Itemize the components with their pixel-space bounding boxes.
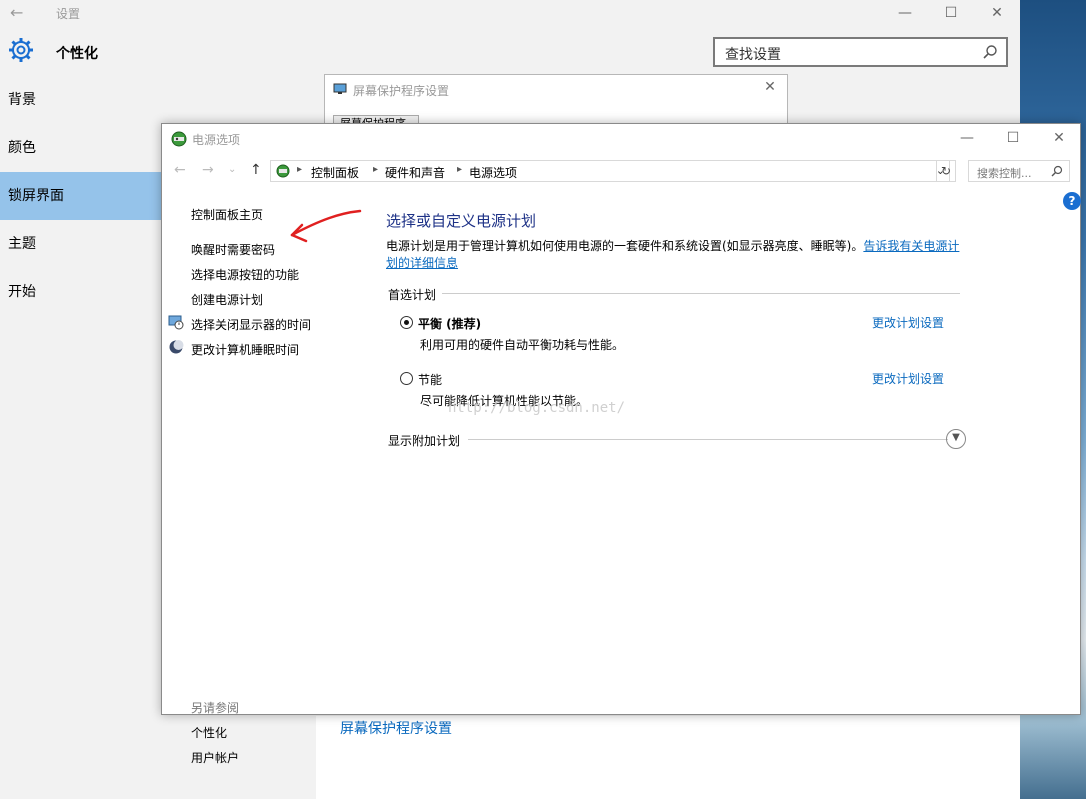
breadcrumb-separator: ▸ [457,164,463,175]
chevron-down-icon[interactable]: ▼ [946,429,966,449]
nav-item-start[interactable]: 开始 [0,268,162,316]
up-button[interactable]: ↑ [250,162,262,178]
maximize-button[interactable]: ☐ [928,0,974,26]
control-panel-search-placeholder: 搜索控制... [977,167,1032,180]
power-close-button[interactable]: ✕ [1036,124,1082,152]
plan-balanced-name[interactable]: 平衡 (推荐) [418,315,481,332]
user-accounts-link[interactable]: 用户帐户 [191,749,239,766]
divider [442,293,960,294]
settings-titlebar: ← 设置 — ☐ ✕ [0,0,1020,26]
recent-locations-button[interactable]: ⌄ [228,164,236,175]
breadcrumb-separator: ▸ [373,164,379,175]
create-power-plan-link[interactable]: 创建电源计划 [191,291,263,308]
breadcrumb-power-options[interactable]: 电源选项 [469,164,517,181]
plan-power-saver-name[interactable]: 节能 [418,371,442,388]
screen-saver-dialog: 屏幕保护程序设置 ✕ 屏幕保护程序 [324,74,788,125]
require-password-on-wakeup-link[interactable]: 唤醒时需要密码 [191,241,275,258]
plan-balanced-radio[interactable] [400,316,413,329]
back-arrow-icon[interactable]: ← [10,3,30,23]
settings-search-input[interactable]: 查找设置 [713,37,1008,67]
display-clock-icon [168,315,184,330]
plan-power-saver-radio[interactable] [400,372,413,385]
red-annotation-arrow-icon [290,209,362,243]
nav-item-colors[interactable]: 颜色 [0,124,162,172]
control-panel-icon [276,164,290,178]
control-panel-search-input[interactable]: 搜索控制... [968,160,1070,182]
refresh-button[interactable]: ↻ [936,160,956,182]
change-sleep-time-link[interactable]: 更改计算机睡眠时间 [191,341,299,358]
choose-display-off-time-link[interactable]: 选择关闭显示器的时间 [191,316,311,333]
moon-icon [169,340,184,354]
settings-nav: 背景 颜色 锁屏界面 主题 开始 [0,76,162,316]
power-minimize-button[interactable]: — [944,124,990,152]
monitor-icon [333,83,347,94]
control-panel-home-link[interactable]: 控制面板主页 [191,206,263,223]
screen-saver-settings-link[interactable]: 屏幕保护程序设置 [340,718,452,738]
close-button[interactable]: ✕ [974,0,1020,26]
minimize-button[interactable]: — [882,0,928,26]
help-icon[interactable]: ? [1063,192,1081,210]
preferred-plans-header: 首选计划 [388,288,437,302]
settings-header: 个性化 查找设置 [0,26,1020,76]
nav-item-lock-screen[interactable]: 锁屏界面 [0,172,162,220]
show-additional-plans-header: 显示附加计划 [388,434,461,448]
power-titlebar: 电源选项 — ☐ ✕ [162,124,1080,154]
main-heading: 选择或自定义电源计划 [386,212,537,230]
divider [468,439,948,440]
breadcrumb-control-panel[interactable]: 控制面板 [311,164,359,181]
breadcrumb-hardware-sound[interactable]: 硬件和声音 [385,164,445,181]
nav-item-themes[interactable]: 主题 [0,220,162,268]
nav-item-background[interactable]: 背景 [0,76,162,124]
personalization-link[interactable]: 个性化 [191,724,227,741]
search-placeholder: 查找设置 [725,47,781,63]
page-title: 个性化 [56,46,98,62]
power-options-icon [171,131,187,147]
screen-saver-dialog-title: 屏幕保护程序设置 [353,84,450,98]
address-bar-row: ← → ⌄ ↑ ▸ 控制面板 ▸ 硬件和声音 ▸ 电源选项 ⌄ ↻ 搜索控制..… [162,158,1080,184]
plan-power-saver-settings-link[interactable]: 更改计划设置 [872,370,944,387]
power-maximize-button[interactable]: ☐ [990,124,1036,152]
gear-icon [9,38,33,62]
plan-balanced-settings-link[interactable]: 更改计划设置 [872,314,944,331]
choose-power-button-link[interactable]: 选择电源按钮的功能 [191,266,299,283]
address-bar[interactable]: ▸ 控制面板 ▸ 硬件和声音 ▸ 电源选项 ⌄ [270,160,950,182]
watermark-text: http://blog.csdn.net/ [448,400,626,416]
screen-saver-close-button[interactable]: ✕ [759,79,781,99]
power-window-title: 电源选项 [192,133,241,147]
search-icon [1051,165,1063,177]
search-icon [983,45,997,59]
description-text: 电源计划是用于管理计算机如何使用电源的一套硬件和系统设置(如显示器亮度、睡眠等)… [386,239,864,253]
forward-button[interactable]: → [202,162,214,178]
settings-app-title: 设置 [56,7,81,21]
back-button[interactable]: ← [174,162,186,178]
see-also-header: 另请参阅 [191,701,240,715]
power-plan-description: 电源计划是用于管理计算机如何使用电源的一套硬件和系统设置(如显示器亮度、睡眠等)… [386,238,966,272]
breadcrumb-separator: ▸ [297,164,303,175]
plan-balanced-desc: 利用可用的硬件自动平衡功耗与性能。 [420,338,625,352]
